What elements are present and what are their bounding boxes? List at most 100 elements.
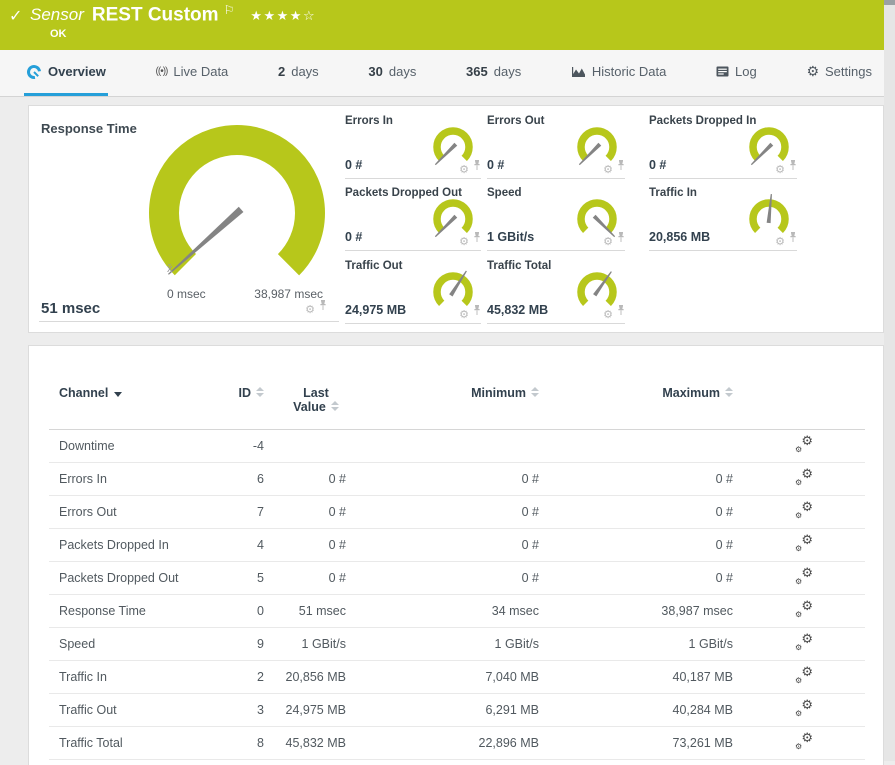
pin-icon	[789, 232, 797, 243]
channel-settings-icon[interactable]: ⚙⚙	[796, 734, 813, 749]
pin-icon	[617, 160, 625, 171]
main-gauge-cell: Response Time x̄ 0 msec 38,987 msec 51 m…	[39, 113, 339, 322]
channel-settings-icon[interactable]: ⚙⚙	[796, 569, 813, 584]
live-data-icon: ((•))	[156, 66, 168, 77]
column-header-last-value[interactable]: Last Value	[264, 378, 346, 429]
table-row[interactable]: Packets Dropped Out50 #0 #0 #⚙⚙	[49, 561, 865, 594]
average-marker: x̄	[167, 263, 173, 275]
channel-id-cell: 0	[219, 594, 264, 627]
settings-gear-icon: ⚙	[806, 63, 819, 80]
small-gauge-cell: Errors In 0 #⚙	[345, 113, 481, 179]
channel-settings-icon[interactable]: ⚙⚙	[796, 602, 813, 617]
tab-label: Overview	[48, 64, 106, 79]
table-row[interactable]: Downtime-4⚙⚙	[49, 429, 865, 462]
maximum-cell: 38,987 msec	[539, 594, 733, 627]
column-header-channel[interactable]: Channel	[49, 378, 219, 429]
gauge-controls: ⚙	[459, 303, 481, 321]
gauge-settings-gear-icon[interactable]: ⚙	[775, 165, 785, 176]
channel-name-cell: Traffic Out	[49, 693, 219, 726]
gauge-value: 0 #	[487, 158, 504, 172]
row-actions-cell: ⚙⚙	[733, 462, 865, 495]
gauge-settings-gear-icon[interactable]: ⚙	[305, 305, 315, 316]
gauge-pin-icon[interactable]	[319, 298, 327, 316]
tab-number: 365	[466, 64, 488, 79]
column-header-minimum[interactable]: Minimum	[346, 378, 539, 429]
tab-settings[interactable]: ⚙Settings	[804, 50, 874, 96]
gauge-settings-gear-icon[interactable]: ⚙	[603, 165, 613, 176]
channel-settings-icon[interactable]: ⚙⚙	[796, 503, 813, 518]
gauge-settings-gear-icon[interactable]: ⚙	[459, 237, 469, 248]
channel-settings-icon[interactable]: ⚙⚙	[796, 668, 813, 683]
table-header-row: Channel ID Last Value Minimum Maximum	[49, 378, 865, 429]
tab-live-data[interactable]: ((•)) Live Data	[154, 50, 231, 96]
minimum-cell	[346, 429, 539, 462]
gauge-controls: ⚙	[459, 230, 481, 248]
last-value-cell: 0 #	[264, 462, 346, 495]
table-row[interactable]: Traffic Total845,832 MB22,896 MB73,261 M…	[49, 726, 865, 759]
gauge-settings-gear-icon[interactable]: ⚙	[459, 310, 469, 321]
channel-settings-icon[interactable]: ⚙⚙	[796, 635, 813, 650]
channel-id-cell: 4	[219, 528, 264, 561]
gauge-controls: ⚙	[775, 230, 797, 248]
sensor-kind-label: Sensor	[30, 5, 84, 24]
last-value-cell: 0 #	[264, 561, 346, 594]
star-rating[interactable]: ★★★★☆	[250, 8, 316, 23]
last-value-cell: 1 GBit/s	[264, 627, 346, 660]
table-row[interactable]: Speed91 GBit/s1 GBit/s1 GBit/s⚙⚙	[49, 627, 865, 660]
gauge-pin-icon[interactable]	[473, 303, 481, 321]
table-row[interactable]: Traffic Out324,975 MB6,291 MB40,284 MB⚙⚙	[49, 693, 865, 726]
table-row[interactable]: Errors In60 #0 #0 #⚙⚙	[49, 462, 865, 495]
channel-settings-icon[interactable]: ⚙⚙	[796, 536, 813, 551]
column-header-actions	[733, 378, 865, 429]
channel-name-cell: Errors In	[49, 462, 219, 495]
gauge-pin-icon[interactable]	[789, 158, 797, 176]
sort-icon	[331, 401, 339, 411]
last-value-cell: 20,856 MB	[264, 660, 346, 693]
gauge-settings-gear-icon[interactable]: ⚙	[459, 165, 469, 176]
channel-settings-icon[interactable]: ⚙⚙	[796, 470, 813, 485]
gauge-pin-icon[interactable]	[617, 158, 625, 176]
maximum-cell: 40,284 MB	[539, 693, 733, 726]
column-header-maximum[interactable]: Maximum	[539, 378, 733, 429]
gauge-pin-icon[interactable]	[473, 230, 481, 248]
small-gauge-cell: Traffic In 20,856 MB⚙	[649, 185, 797, 251]
pin-icon	[473, 160, 481, 171]
gauge-settings-gear-icon[interactable]: ⚙	[603, 310, 613, 321]
column-header-id[interactable]: ID	[219, 378, 264, 429]
channel-id-cell: -4	[219, 429, 264, 462]
tab-30-days[interactable]: 30days	[366, 50, 418, 96]
table-row[interactable]: Response Time051 msec34 msec38,987 msec⚙…	[49, 594, 865, 627]
channel-id-cell: 6	[219, 462, 264, 495]
gauge-pin-icon[interactable]	[789, 230, 797, 248]
gauge-settings-gear-icon[interactable]: ⚙	[603, 237, 613, 248]
right-scrollbar-track	[884, 0, 895, 761]
channel-name-cell: Errors Out	[49, 495, 219, 528]
gauge-pin-icon[interactable]	[473, 158, 481, 176]
caret-down-icon	[114, 392, 122, 397]
channel-name-cell: Packets Dropped In	[49, 528, 219, 561]
channel-name-cell: Traffic Total	[49, 726, 219, 759]
tab-label: days	[291, 64, 318, 79]
flag-icon[interactable]: ⚐	[224, 3, 235, 17]
channel-settings-icon[interactable]: ⚙⚙	[796, 701, 813, 716]
maximum-cell: 0 #	[539, 561, 733, 594]
gauge-pin-icon[interactable]	[617, 303, 625, 321]
row-actions-cell: ⚙⚙	[733, 429, 865, 462]
gauges-panel: Response Time x̄ 0 msec 38,987 msec 51 m…	[28, 105, 884, 333]
tab-label: Live Data	[173, 64, 228, 79]
table-row[interactable]: Traffic In220,856 MB7,040 MB40,187 MB⚙⚙	[49, 660, 865, 693]
pin-icon	[319, 300, 327, 311]
channel-settings-icon[interactable]: ⚙⚙	[796, 437, 813, 452]
tab-2-days[interactable]: 2days	[276, 50, 321, 96]
tab-overview[interactable]: Overview	[24, 50, 108, 96]
table-row[interactable]: Packets Dropped In40 #0 #0 #⚙⚙	[49, 528, 865, 561]
tab-log[interactable]: Log	[714, 50, 759, 96]
tab-historic-data[interactable]: Historic Data	[569, 50, 668, 96]
gauge-pin-icon[interactable]	[617, 230, 625, 248]
table-row[interactable]: Errors Out70 #0 #0 #⚙⚙	[49, 495, 865, 528]
last-value-cell: 0 #	[264, 495, 346, 528]
tab-bar: Overview((•))Live Data2days30days365days…	[0, 50, 895, 97]
tab-365-days[interactable]: 365days	[464, 50, 523, 96]
last-value-cell	[264, 429, 346, 462]
gauge-settings-gear-icon[interactable]: ⚙	[775, 237, 785, 248]
